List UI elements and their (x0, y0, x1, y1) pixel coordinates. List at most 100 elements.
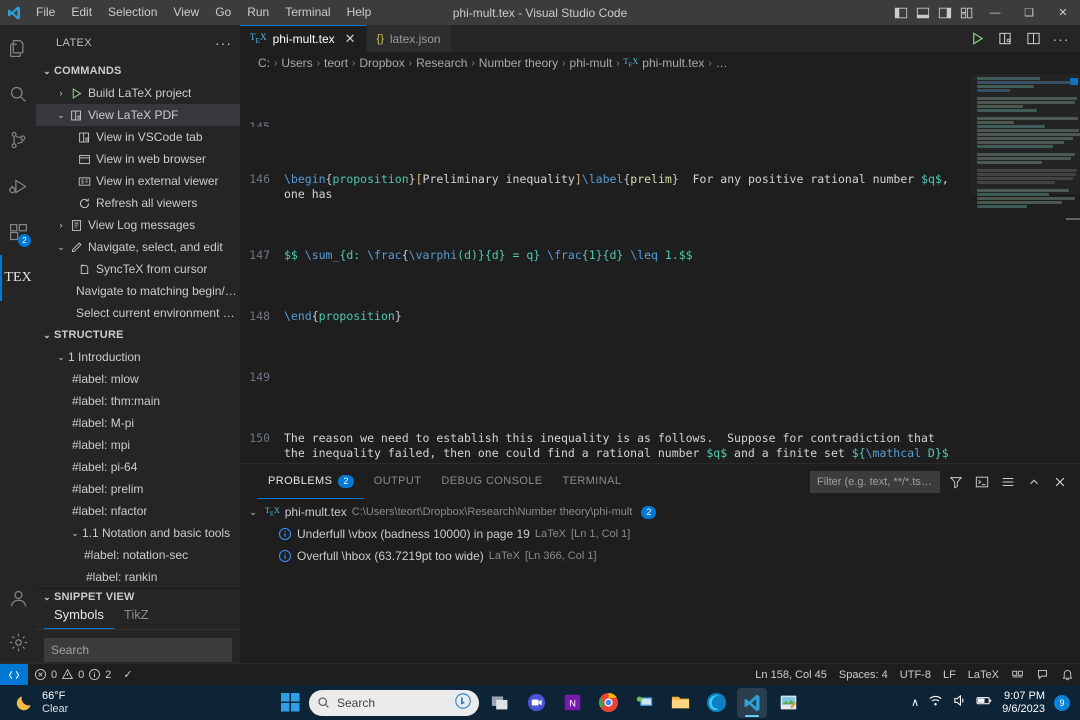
tab-phi-mult-tex[interactable]: TEX phi-mult.tex ✕ (240, 25, 367, 52)
sidebar-item-build-latex-project[interactable]: › Build LaTeX project (36, 82, 240, 104)
maximize-button[interactable]: ❑ (1012, 0, 1046, 25)
menu-selection[interactable]: Selection (100, 0, 165, 25)
structure-item-label-nfactor[interactable]: #label: nfactor (36, 500, 240, 522)
grammarly-icon[interactable] (1005, 664, 1030, 686)
bing-chat-icon[interactable] (455, 693, 471, 712)
problems-file-row[interactable]: ⌄ TEX phi-mult.tex C:\Users\teort\Dropbo… (240, 501, 1080, 523)
sidebar-item-view-log-messages[interactable]: › View Log messages (36, 214, 240, 236)
close-button[interactable]: ✕ (1046, 0, 1080, 25)
chevron-down-icon[interactable]: ⌄ (54, 110, 68, 121)
account-icon[interactable] (0, 575, 36, 621)
structure-item-notation-and-basic-tools[interactable]: ⌄ 1.1 Notation and basic tools (36, 522, 240, 544)
taskbar-edge-icon[interactable] (701, 688, 731, 718)
breadcrumb-item-users[interactable]: Users (281, 56, 312, 70)
menu-bar[interactable]: File Edit Selection View Go Run Terminal… (28, 0, 379, 25)
taskbar-chrome-icon[interactable] (593, 688, 623, 718)
sidebar-more-actions-icon[interactable]: ··· (215, 35, 232, 51)
code-editor[interactable]: 145 146 \begin{proposition}[Preliminary … (240, 74, 1080, 463)
snippet-search-input[interactable] (44, 638, 232, 662)
menu-run[interactable]: Run (239, 0, 277, 25)
problems-filter-input[interactable]: Filter (e.g. text, **/*.ts, !**/node_mod… (810, 471, 940, 493)
split-editor-icon[interactable] (1020, 25, 1046, 52)
menu-help[interactable]: Help (339, 0, 380, 25)
menu-terminal[interactable]: Terminal (277, 0, 338, 25)
breadcrumb-item-dropbox[interactable]: Dropbox (359, 56, 404, 70)
chevron-right-icon[interactable]: › (54, 220, 68, 230)
breadcrumb-item-file[interactable]: phi-mult.tex (642, 56, 704, 70)
taskbar-paint-icon[interactable] (773, 688, 803, 718)
sidebar-item-refresh-all-viewers[interactable]: Refresh all viewers (36, 192, 240, 214)
sidebar-item-synctex-from-cursor[interactable]: SyncTeX from cursor (36, 258, 240, 280)
section-snippet-view-header[interactable]: ⌄ SNIPPET VIEW (36, 591, 240, 603)
toggle-panel-icon[interactable] (912, 0, 934, 25)
taskbar-zoom-icon[interactable] (521, 688, 551, 718)
chevron-down-icon[interactable]: ⌄ (54, 352, 68, 363)
problem-item[interactable]: Underfull \vbox (badness 10000) in page … (240, 523, 1080, 545)
breadcrumb-item-teort[interactable]: teort (324, 56, 348, 70)
filter-icon[interactable] (946, 472, 966, 492)
customize-layout-icon[interactable] (956, 0, 978, 25)
feedback-icon[interactable] (1030, 664, 1055, 686)
toggle-secondary-sidebar-icon[interactable] (934, 0, 956, 25)
activity-explorer-icon[interactable] (0, 25, 36, 71)
maximize-panel-icon[interactable] (1024, 472, 1044, 492)
build-latex-project-icon[interactable] (964, 25, 990, 52)
tab-latex-json[interactable]: {} latex.json (367, 25, 452, 52)
status-problems[interactable]: 0 0 2 (28, 664, 117, 686)
chevron-down-icon[interactable]: ⌄ (246, 507, 260, 518)
language-mode[interactable]: LaTeX (962, 664, 1005, 686)
menu-go[interactable]: Go (207, 0, 239, 25)
menu-view[interactable]: View (165, 0, 207, 25)
structure-item-introduction[interactable]: ⌄ 1 Introduction (36, 346, 240, 368)
sidebar-item-view-latex-pdf[interactable]: ⌄ View LaTeX PDF (36, 104, 240, 126)
close-icon[interactable]: ✕ (345, 32, 356, 45)
breadcrumb-item-research[interactable]: Research (416, 56, 467, 70)
taskbar-task-view-icon[interactable] (485, 688, 515, 718)
tab-tikz[interactable]: TikZ (114, 603, 159, 629)
section-structure-header[interactable]: ⌄ STRUCTURE (36, 324, 240, 346)
tab-symbols[interactable]: Symbols (44, 603, 114, 629)
taskbar-file-explorer-icon[interactable] (665, 688, 695, 718)
structure-item-label-mpi[interactable]: #label: mpi (36, 434, 240, 456)
breadcrumb-item-symbol[interactable]: … (716, 56, 728, 70)
remote-window-icon[interactable] (0, 664, 28, 686)
activity-latex-icon[interactable]: TEX (0, 255, 36, 301)
code-text-area[interactable]: 145 146 \begin{proposition}[Preliminary … (240, 74, 970, 463)
section-commands-header[interactable]: ⌄ COMMANDS (36, 60, 240, 82)
menu-file[interactable]: File (28, 0, 63, 25)
minimap[interactable] (970, 74, 1080, 463)
problem-item[interactable]: Overfull \hbox (63.7219pt too wide) LaTe… (240, 545, 1080, 567)
sidebar-item-view-in-vscode-tab[interactable]: View in VSCode tab (36, 126, 240, 148)
structure-item-label-thm-main[interactable]: #label: thm:main (36, 390, 240, 412)
breadcrumb-item-phi-mult[interactable]: phi-mult (570, 56, 613, 70)
gear-icon[interactable] (0, 621, 36, 663)
taskbar-remote-desktop-icon[interactable] (629, 688, 659, 718)
tab-terminal[interactable]: TERMINAL (553, 464, 632, 499)
tab-problems[interactable]: PROBLEMS 2 (258, 464, 364, 499)
structure-item-label-m-pi[interactable]: #label: M-pi (36, 412, 240, 434)
activity-extensions-icon[interactable]: 2 (0, 209, 36, 255)
windows-start-icon[interactable] (277, 690, 303, 716)
taskbar-onenote-icon[interactable]: N (557, 688, 587, 718)
tab-output[interactable]: OUTPUT (364, 464, 432, 499)
chevron-down-icon[interactable]: ⌄ (54, 242, 68, 253)
chevron-right-icon[interactable]: › (54, 88, 68, 98)
tab-debug-console[interactable]: DEBUG CONSOLE (431, 464, 552, 499)
activity-run-debug-icon[interactable] (0, 163, 36, 209)
view-latex-pdf-icon[interactable] (992, 25, 1018, 52)
sidebar-item-navigate-select-edit[interactable]: ⌄ Navigate, select, and edit (36, 236, 240, 258)
notifications-icon[interactable] (1055, 664, 1080, 686)
collapse-all-icon[interactable] (998, 472, 1018, 492)
structure-item-label-rankin[interactable]: #label: rankin (36, 566, 240, 588)
taskbar-vscode-icon[interactable] (737, 688, 767, 718)
breadcrumb-item-number-theory[interactable]: Number theory (479, 56, 558, 70)
activity-source-control-icon[interactable] (0, 117, 36, 163)
sidebar-item-select-current-environment[interactable]: Select current environment conte… (36, 302, 240, 324)
taskbar-search-input[interactable]: Search (309, 690, 479, 716)
status-check[interactable]: ✓ (117, 664, 138, 686)
sidebar-item-navigate-to-matching-begin-end[interactable]: Navigate to matching begin/end (36, 280, 240, 302)
eol[interactable]: LF (937, 664, 962, 686)
structure-item-label-mlow[interactable]: #label: mlow (36, 368, 240, 390)
toggle-primary-sidebar-icon[interactable] (890, 0, 912, 25)
cursor-position[interactable]: Ln 158, Col 45 (749, 664, 833, 686)
